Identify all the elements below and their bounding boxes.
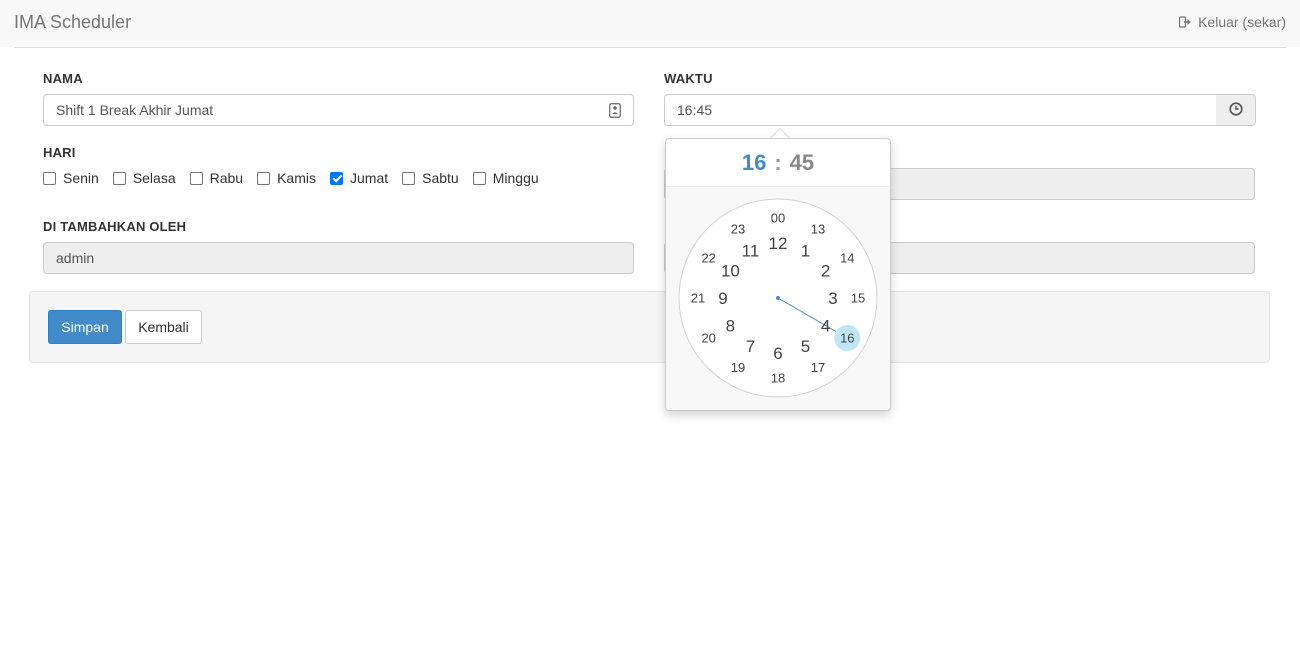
clock-hour-16[interactable]: 16 <box>840 331 854 346</box>
clock-hour-00[interactable]: 00 <box>771 211 785 226</box>
day-checkbox[interactable] <box>402 171 416 185</box>
day-minggu[interactable]: Minggu <box>472 170 539 186</box>
clock-hour-7[interactable]: 7 <box>746 337 755 356</box>
back-button[interactable]: Kembali <box>125 310 202 344</box>
clock-hour-4[interactable]: 4 <box>821 317 830 336</box>
clock-hour-18[interactable]: 18 <box>771 371 785 386</box>
day-senin[interactable]: Senin <box>43 170 99 186</box>
clock-button[interactable] <box>1216 94 1256 126</box>
clock-dial[interactable]: 12 1234567891011001314151617181920212223 <box>678 198 878 398</box>
day-label: Rabu <box>209 170 244 186</box>
added-by-value: admin <box>56 250 95 266</box>
clock-hour-12[interactable]: 12 <box>769 234 788 253</box>
clock-hour-9[interactable]: 9 <box>718 289 727 308</box>
clock-hour-6[interactable]: 6 <box>773 344 782 363</box>
waktu-label: WAKTU <box>664 71 713 86</box>
day-label: Senin <box>63 170 99 186</box>
day-label: Sabtu <box>422 170 459 186</box>
clock-hour-8[interactable]: 8 <box>726 317 735 336</box>
clock-hour-21[interactable]: 21 <box>691 291 705 306</box>
form-actions-panel <box>29 291 1270 363</box>
clock-hour-11[interactable]: 11 <box>742 242 760 261</box>
clock-hour-1[interactable]: 1 <box>801 242 810 261</box>
day-checkbox[interactable] <box>472 171 486 185</box>
day-label: Minggu <box>492 170 539 186</box>
day-sabtu[interactable]: Sabtu <box>402 170 459 186</box>
clock-hour-5[interactable]: 5 <box>801 337 810 356</box>
day-label: Jumat <box>350 170 389 186</box>
day-checkbox[interactable] <box>43 171 56 185</box>
app-brand[interactable]: IMA Scheduler <box>14 12 131 33</box>
clock-hour-15[interactable]: 15 <box>851 291 865 306</box>
contact-card-icon <box>609 103 621 121</box>
waktu-value: 16:45 <box>677 102 713 118</box>
clockpicker-header: 16 : 45 <box>666 139 890 187</box>
sign-out-icon <box>1179 16 1192 28</box>
clockpicker-hours[interactable]: 16 <box>742 150 766 176</box>
logout-label: Keluar (sekar) <box>1198 14 1286 30</box>
clock-hour-22[interactable]: 22 <box>701 251 715 266</box>
save-button[interactable]: Simpan <box>48 310 122 344</box>
clock-hour-2[interactable]: 2 <box>821 262 830 281</box>
clock-center-dot <box>776 296 780 300</box>
clock-hour-23[interactable]: 23 <box>731 221 745 236</box>
waktu-input[interactable]: 16:45 <box>664 94 1217 126</box>
day-label: Kamis <box>277 170 316 186</box>
navbar: IMA Scheduler Keluar (sekar) <box>0 0 1300 47</box>
hari-label: HARI <box>43 145 76 160</box>
clock-hour-13[interactable]: 13 <box>811 221 825 236</box>
added-by-field: admin <box>43 242 634 274</box>
popover-arrow-inner <box>771 129 789 138</box>
nama-value: Shift 1 Break Akhir Jumat <box>56 102 214 118</box>
clock-hour-10[interactable]: 10 <box>721 262 740 281</box>
clock-hour-3[interactable]: 3 <box>828 289 837 308</box>
nama-input[interactable]: Shift 1 Break Akhir Jumat <box>43 94 634 126</box>
clock-hour-17[interactable]: 17 <box>811 360 825 375</box>
clock-hour-14[interactable]: 14 <box>840 251 854 266</box>
clockpicker-minutes[interactable]: 45 <box>790 150 814 176</box>
day-kamis[interactable]: Kamis <box>257 170 316 186</box>
clock-hour-20[interactable]: 20 <box>701 331 715 346</box>
day-checkbox-checked[interactable] <box>330 171 343 185</box>
navbar-divider <box>14 47 1286 48</box>
day-jumat[interactable]: Jumat <box>330 170 388 186</box>
day-selasa[interactable]: Selasa <box>112 170 176 186</box>
day-checkbox-group: Senin Selasa Rabu Kamis Jumat Sabtu Ming… <box>43 170 553 186</box>
nama-label: NAMA <box>43 71 83 86</box>
day-checkbox[interactable] <box>257 171 271 185</box>
clock-icon <box>1228 101 1243 119</box>
clockpicker-separator: : <box>774 149 782 175</box>
day-checkbox[interactable] <box>189 171 203 185</box>
day-rabu[interactable]: Rabu <box>189 170 244 186</box>
logout-link[interactable]: Keluar (sekar) <box>1179 14 1286 30</box>
added-by-label: DI TAMBAHKAN OLEH <box>43 219 187 234</box>
clock-hour-19[interactable]: 19 <box>731 360 745 375</box>
day-label: Selasa <box>132 170 176 186</box>
day-checkbox[interactable] <box>112 171 126 185</box>
